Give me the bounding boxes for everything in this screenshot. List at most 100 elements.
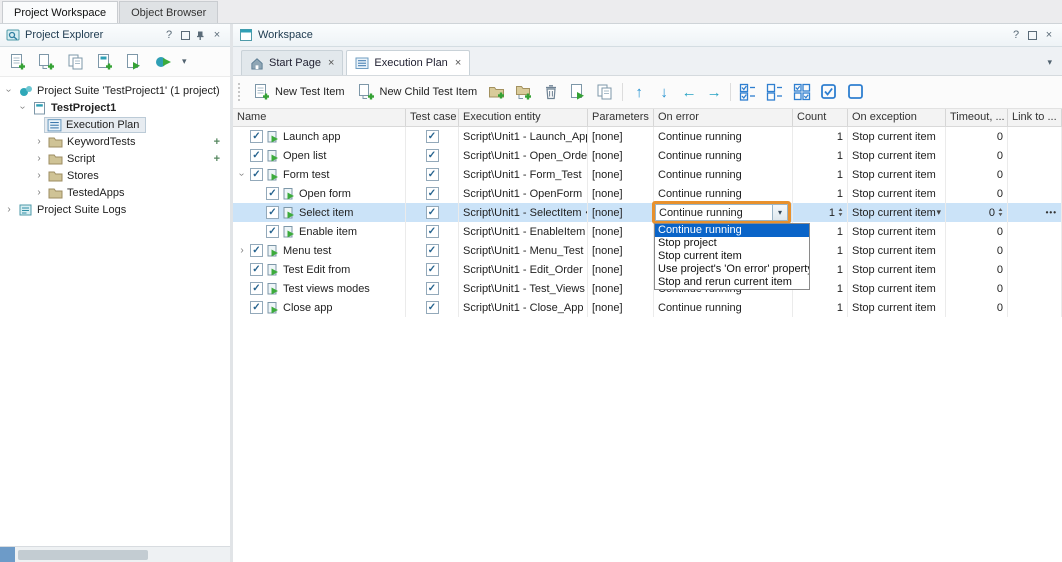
move-right-button[interactable]: → xyxy=(705,84,723,101)
table-row[interactable]: ›✓Form test ✓ Script\Unit1 - Form_Test [… xyxy=(233,165,1062,184)
table-row[interactable]: ✓Launch app ✓ Script\Unit1 - Launch_App … xyxy=(233,127,1062,146)
maximize-button[interactable] xyxy=(1028,31,1037,40)
test-case-checkbox[interactable]: ✓ xyxy=(426,282,439,295)
row-checkbox[interactable]: ✓ xyxy=(250,301,263,314)
test-case-checkbox[interactable]: ✓ xyxy=(426,263,439,276)
tree-item-script[interactable]: › Script + xyxy=(0,150,230,167)
dropdown-option[interactable]: Use project's 'On error' property xyxy=(655,263,809,276)
column-header-name[interactable]: Name xyxy=(233,109,406,126)
expand-chevron-icon[interactable]: › xyxy=(4,204,14,215)
test-case-checkbox[interactable]: ✓ xyxy=(426,149,439,162)
tree-item-stores[interactable]: › Stores xyxy=(0,167,230,184)
toolbar-overflow-caret[interactable]: ▾ xyxy=(182,56,187,67)
new-group-button[interactable] xyxy=(487,82,507,102)
add-existing-item-button[interactable] xyxy=(66,52,86,72)
count-spinner[interactable]: ▲▼ xyxy=(838,208,843,217)
tab-project-workspace[interactable]: Project Workspace xyxy=(2,1,118,23)
expand-chevron-icon[interactable]: › xyxy=(34,153,44,164)
dropdown-option[interactable]: Stop and rerun current item xyxy=(655,276,809,289)
maximize-button[interactable] xyxy=(181,31,190,40)
help-button[interactable]: ? xyxy=(162,29,176,41)
show-report-button[interactable] xyxy=(595,82,615,102)
expand-chevron-icon[interactable]: › xyxy=(34,187,44,198)
test-case-checkbox[interactable]: ✓ xyxy=(426,168,439,181)
row-checkbox[interactable]: ✓ xyxy=(250,149,263,162)
dropdown-option[interactable]: Stop current item xyxy=(655,250,809,263)
row-checkbox[interactable]: ✓ xyxy=(250,263,263,276)
row-checkbox[interactable]: ✓ xyxy=(266,206,279,219)
check-all-button[interactable] xyxy=(738,82,758,102)
add-item-plus-button[interactable]: + xyxy=(214,153,220,165)
expand-chevron-icon[interactable]: › xyxy=(237,245,247,256)
move-up-button[interactable]: ↑ xyxy=(630,84,648,101)
table-row[interactable]: ✓Open list ✓ Script\Unit1 - Open_Order..… xyxy=(233,146,1062,165)
test-case-checkbox[interactable]: ✓ xyxy=(426,130,439,143)
add-item-plus-button[interactable]: + xyxy=(214,136,220,148)
timeout-spinner[interactable]: ▲▼ xyxy=(998,208,1003,217)
horizontal-scrollbar[interactable] xyxy=(0,546,230,562)
test-case-checkbox[interactable]: ✓ xyxy=(426,206,439,219)
tree-item-testproject1[interactable]: › TestProject1 xyxy=(0,99,230,116)
table-row[interactable]: ✓Test views modes ✓ Script\Unit1 - Test_… xyxy=(233,279,1062,298)
dropdown-option[interactable]: Continue running xyxy=(655,224,809,237)
row-checkbox[interactable]: ✓ xyxy=(250,244,263,257)
new-test-item-button[interactable]: New Test Item xyxy=(250,82,348,102)
combo-dropdown-button[interactable]: ▾ xyxy=(772,205,787,220)
tree-item-keywordtests[interactable]: › KeywordTests + xyxy=(0,133,230,150)
tab-start-page[interactable]: Start Page × xyxy=(241,50,343,75)
test-case-checkbox[interactable]: ✓ xyxy=(426,225,439,238)
column-header-link-to[interactable]: Link to ... xyxy=(1008,109,1062,126)
run-mode-button[interactable] xyxy=(153,52,173,72)
row-checkbox[interactable]: ✓ xyxy=(250,130,263,143)
tab-object-browser[interactable]: Object Browser xyxy=(119,1,218,23)
column-header-count[interactable]: Count xyxy=(793,109,848,126)
test-case-checkbox[interactable]: ✓ xyxy=(426,244,439,257)
tree-item-project-suite-logs[interactable]: › Project Suite Logs xyxy=(0,201,230,218)
tab-close-icon[interactable]: × xyxy=(328,57,334,69)
close-button[interactable]: × xyxy=(1042,29,1056,41)
help-button[interactable]: ? xyxy=(1009,29,1023,41)
tree-item-execution-plan[interactable]: Execution Plan xyxy=(0,116,230,133)
new-item-button[interactable] xyxy=(95,52,115,72)
on-error-combo[interactable]: Continue running ▾ xyxy=(655,204,788,221)
table-row[interactable]: ›✓Menu test ✓ Script\Unit1 - Menu_Test [… xyxy=(233,241,1062,260)
collapse-chevron-icon[interactable]: › xyxy=(18,102,28,113)
delete-button[interactable] xyxy=(541,82,561,102)
move-left-button[interactable]: ← xyxy=(680,84,698,101)
tab-execution-plan[interactable]: Execution Plan × xyxy=(346,50,470,75)
column-header-timeout[interactable]: Timeout, ... xyxy=(946,109,1008,126)
tree-item-testedapps[interactable]: › TestedApps xyxy=(0,184,230,201)
collapse-chevron-icon[interactable]: › xyxy=(237,169,247,180)
row-checkbox[interactable]: ✓ xyxy=(266,225,279,238)
new-project-button[interactable] xyxy=(37,52,57,72)
column-header-on-exception[interactable]: On exception xyxy=(848,109,946,126)
collapse-chevron-icon[interactable]: › xyxy=(4,85,14,96)
run-project-button[interactable] xyxy=(124,52,144,72)
dropdown-option[interactable]: Stop project xyxy=(655,237,809,250)
table-row[interactable]: ✓Close app ✓ Script\Unit1 - Close_App [n… xyxy=(233,298,1062,317)
expand-chevron-icon[interactable]: › xyxy=(34,136,44,147)
invert-checks-button[interactable] xyxy=(792,82,812,102)
test-case-checkbox[interactable]: ✓ xyxy=(426,187,439,200)
tab-list-caret[interactable]: ▾ xyxy=(1047,57,1052,68)
new-project-suite-button[interactable] xyxy=(8,52,28,72)
uncheck-all-button[interactable] xyxy=(765,82,785,102)
row-checkbox[interactable]: ✓ xyxy=(266,187,279,200)
new-child-test-item-button[interactable]: New Child Test Item xyxy=(355,82,481,102)
disable-item-button[interactable] xyxy=(846,82,866,102)
row-checkbox[interactable]: ✓ xyxy=(250,168,263,181)
new-child-group-button[interactable] xyxy=(514,82,534,102)
close-button[interactable]: × xyxy=(210,29,224,41)
table-row[interactable]: ✓Enable item ✓ Script\Unit1 - EnableItem… xyxy=(233,222,1062,241)
test-case-checkbox[interactable]: ✓ xyxy=(426,301,439,314)
scrollbar-thumb[interactable] xyxy=(18,550,148,560)
move-down-button[interactable]: ↓ xyxy=(655,84,673,101)
on-exception-dropdown-button[interactable]: ▾ xyxy=(936,207,941,218)
run-test-item-button[interactable] xyxy=(568,82,588,102)
row-checkbox[interactable]: ✓ xyxy=(250,282,263,295)
column-header-parameters[interactable]: Parameters xyxy=(588,109,654,126)
enable-item-button[interactable] xyxy=(819,82,839,102)
pin-button[interactable] xyxy=(195,30,205,41)
column-header-test-case[interactable]: Test case xyxy=(406,109,459,126)
table-row[interactable]: ✓Test Edit from ✓ Script\Unit1 - Edit_Or… xyxy=(233,260,1062,279)
